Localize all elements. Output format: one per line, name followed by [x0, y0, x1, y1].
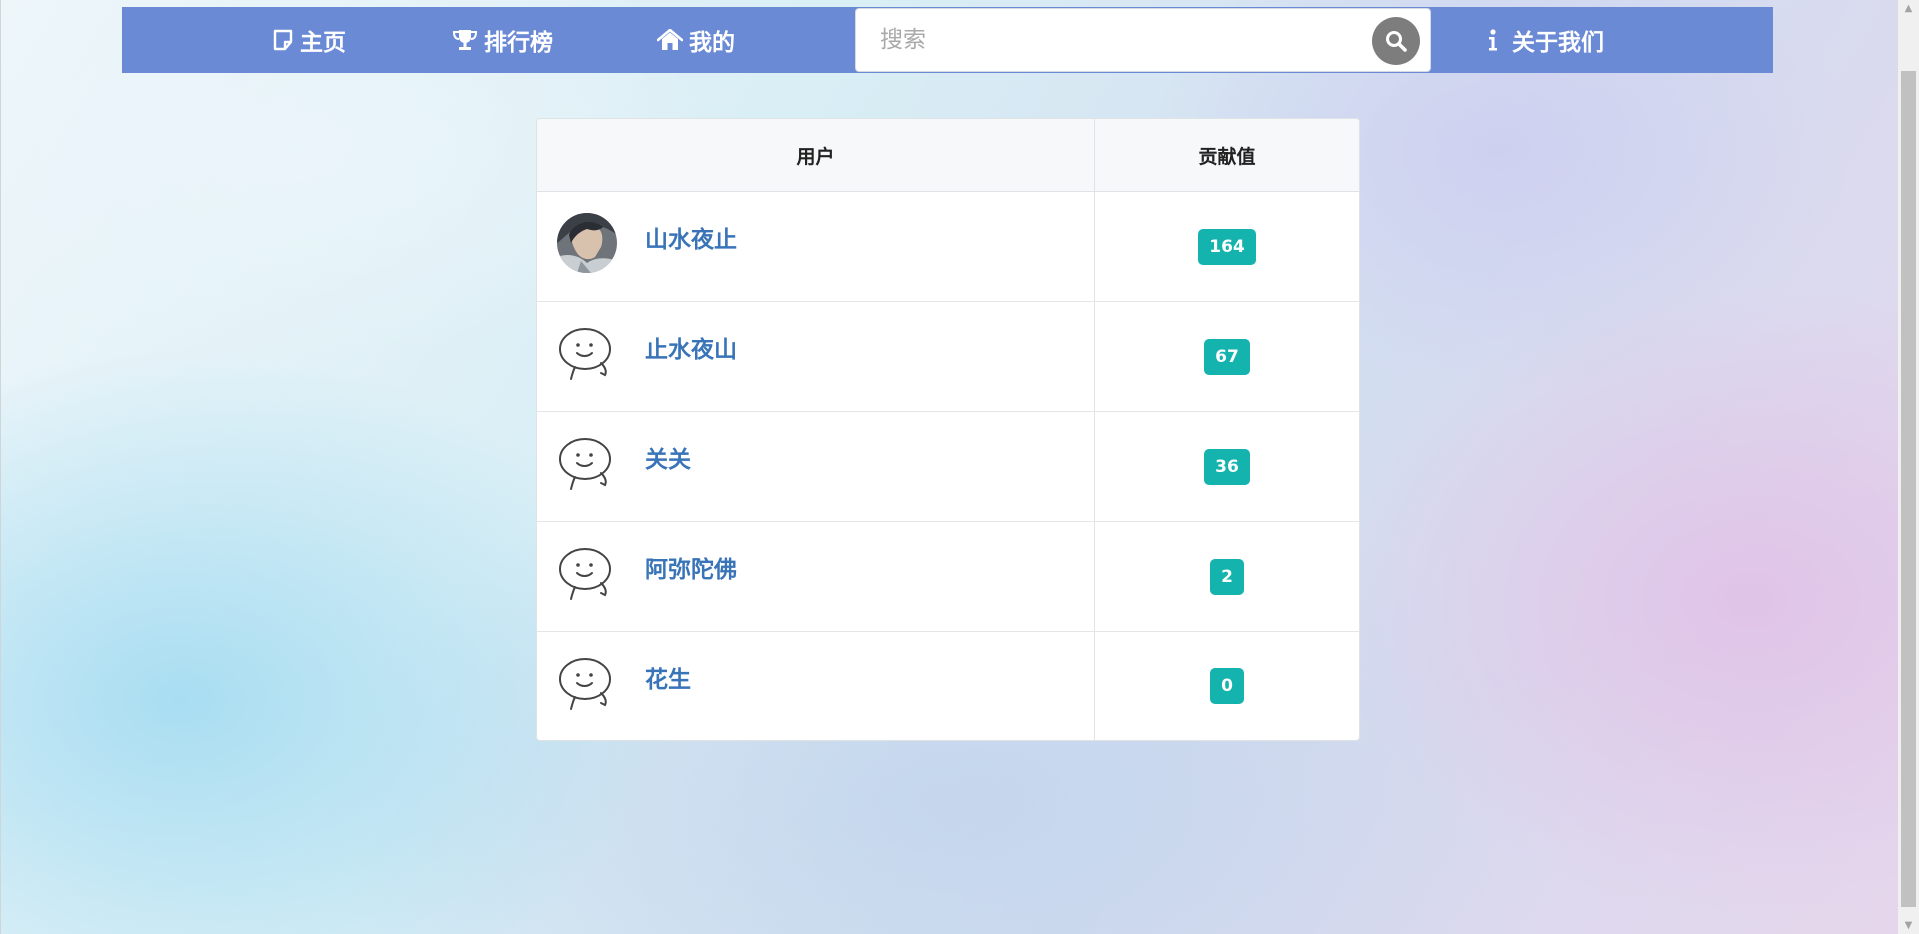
- nav-about-label: 关于我们: [1512, 30, 1604, 56]
- user-cell: 关关: [537, 412, 1095, 521]
- smiley-avatar[interactable]: [557, 323, 617, 383]
- vertical-scrollbar[interactable]: ▲ ▼: [1898, 0, 1919, 934]
- search-icon: [1384, 29, 1408, 53]
- search-input[interactable]: [856, 9, 1376, 71]
- scrollbar-thumb[interactable]: [1901, 71, 1916, 907]
- score-cell: 164: [1095, 192, 1359, 301]
- table-row: 关关 36: [537, 412, 1359, 522]
- smiley-avatar[interactable]: [557, 653, 617, 713]
- score-badge: 2: [1210, 558, 1244, 595]
- score-cell: 36: [1095, 412, 1359, 521]
- table-row: 山水夜止 164: [537, 192, 1359, 302]
- page: 主页 排行榜 我的 搜索 关于我们 用户 贡献值 山水夜止 164 止水夜山 6…: [0, 0, 1919, 934]
- user-cell: 止水夜山: [537, 302, 1095, 411]
- username-link[interactable]: 花生: [645, 660, 691, 694]
- score-badge: 36: [1204, 448, 1250, 485]
- score-cell: 0: [1095, 632, 1359, 740]
- nav-rank[interactable]: 排行榜: [452, 7, 553, 73]
- score-badge: 67: [1204, 338, 1250, 375]
- smiley-avatar[interactable]: [557, 433, 617, 493]
- table-row: 止水夜山 67: [537, 302, 1359, 412]
- table-row: 花生 0: [537, 632, 1359, 740]
- nav-about[interactable]: 关于我们: [1488, 7, 1604, 73]
- user-cell: 阿弥陀佛: [537, 522, 1095, 631]
- username-link[interactable]: 关关: [645, 440, 691, 474]
- trophy-icon: [452, 28, 478, 52]
- header-user: 用户: [537, 119, 1095, 191]
- table-row: 阿弥陀佛 2: [537, 522, 1359, 632]
- score-badge: 164: [1198, 228, 1256, 265]
- nav-mine[interactable]: 我的: [657, 7, 735, 73]
- nav-rank-label: 排行榜: [484, 30, 553, 56]
- user-cell: 花生: [537, 632, 1095, 740]
- search-box: [855, 8, 1431, 72]
- leaderboard-table: 用户 贡献值 山水夜止 164 止水夜山 67 关关 36 阿弥陀佛 2 花生 …: [536, 118, 1360, 741]
- home-icon: [657, 29, 683, 51]
- username-link[interactable]: 山水夜止: [645, 220, 737, 254]
- top-navbar: 主页 排行榜 我的 搜索 关于我们: [122, 7, 1773, 73]
- note-icon: [272, 29, 294, 51]
- username-link[interactable]: 阿弥陀佛: [645, 550, 737, 584]
- score-badge: 0: [1210, 668, 1244, 704]
- avatar[interactable]: [557, 213, 617, 273]
- user-cell: 山水夜止: [537, 192, 1095, 301]
- score-cell: 2: [1095, 522, 1359, 631]
- table-header: 用户 贡献值: [537, 119, 1359, 192]
- scroll-up-arrow-icon[interactable]: ▲: [1898, 0, 1919, 17]
- smiley-avatar[interactable]: [557, 543, 617, 603]
- nav-home-label: 主页: [300, 30, 346, 56]
- nav-home[interactable]: 主页: [272, 7, 346, 73]
- scroll-down-arrow-icon[interactable]: ▼: [1898, 917, 1919, 934]
- nav-mine-label: 我的: [689, 30, 735, 56]
- header-score: 贡献值: [1198, 145, 1256, 168]
- score-cell: 67: [1095, 302, 1359, 411]
- search-button[interactable]: [1372, 17, 1420, 65]
- username-link[interactable]: 止水夜山: [645, 330, 737, 364]
- info-icon: [1488, 29, 1498, 51]
